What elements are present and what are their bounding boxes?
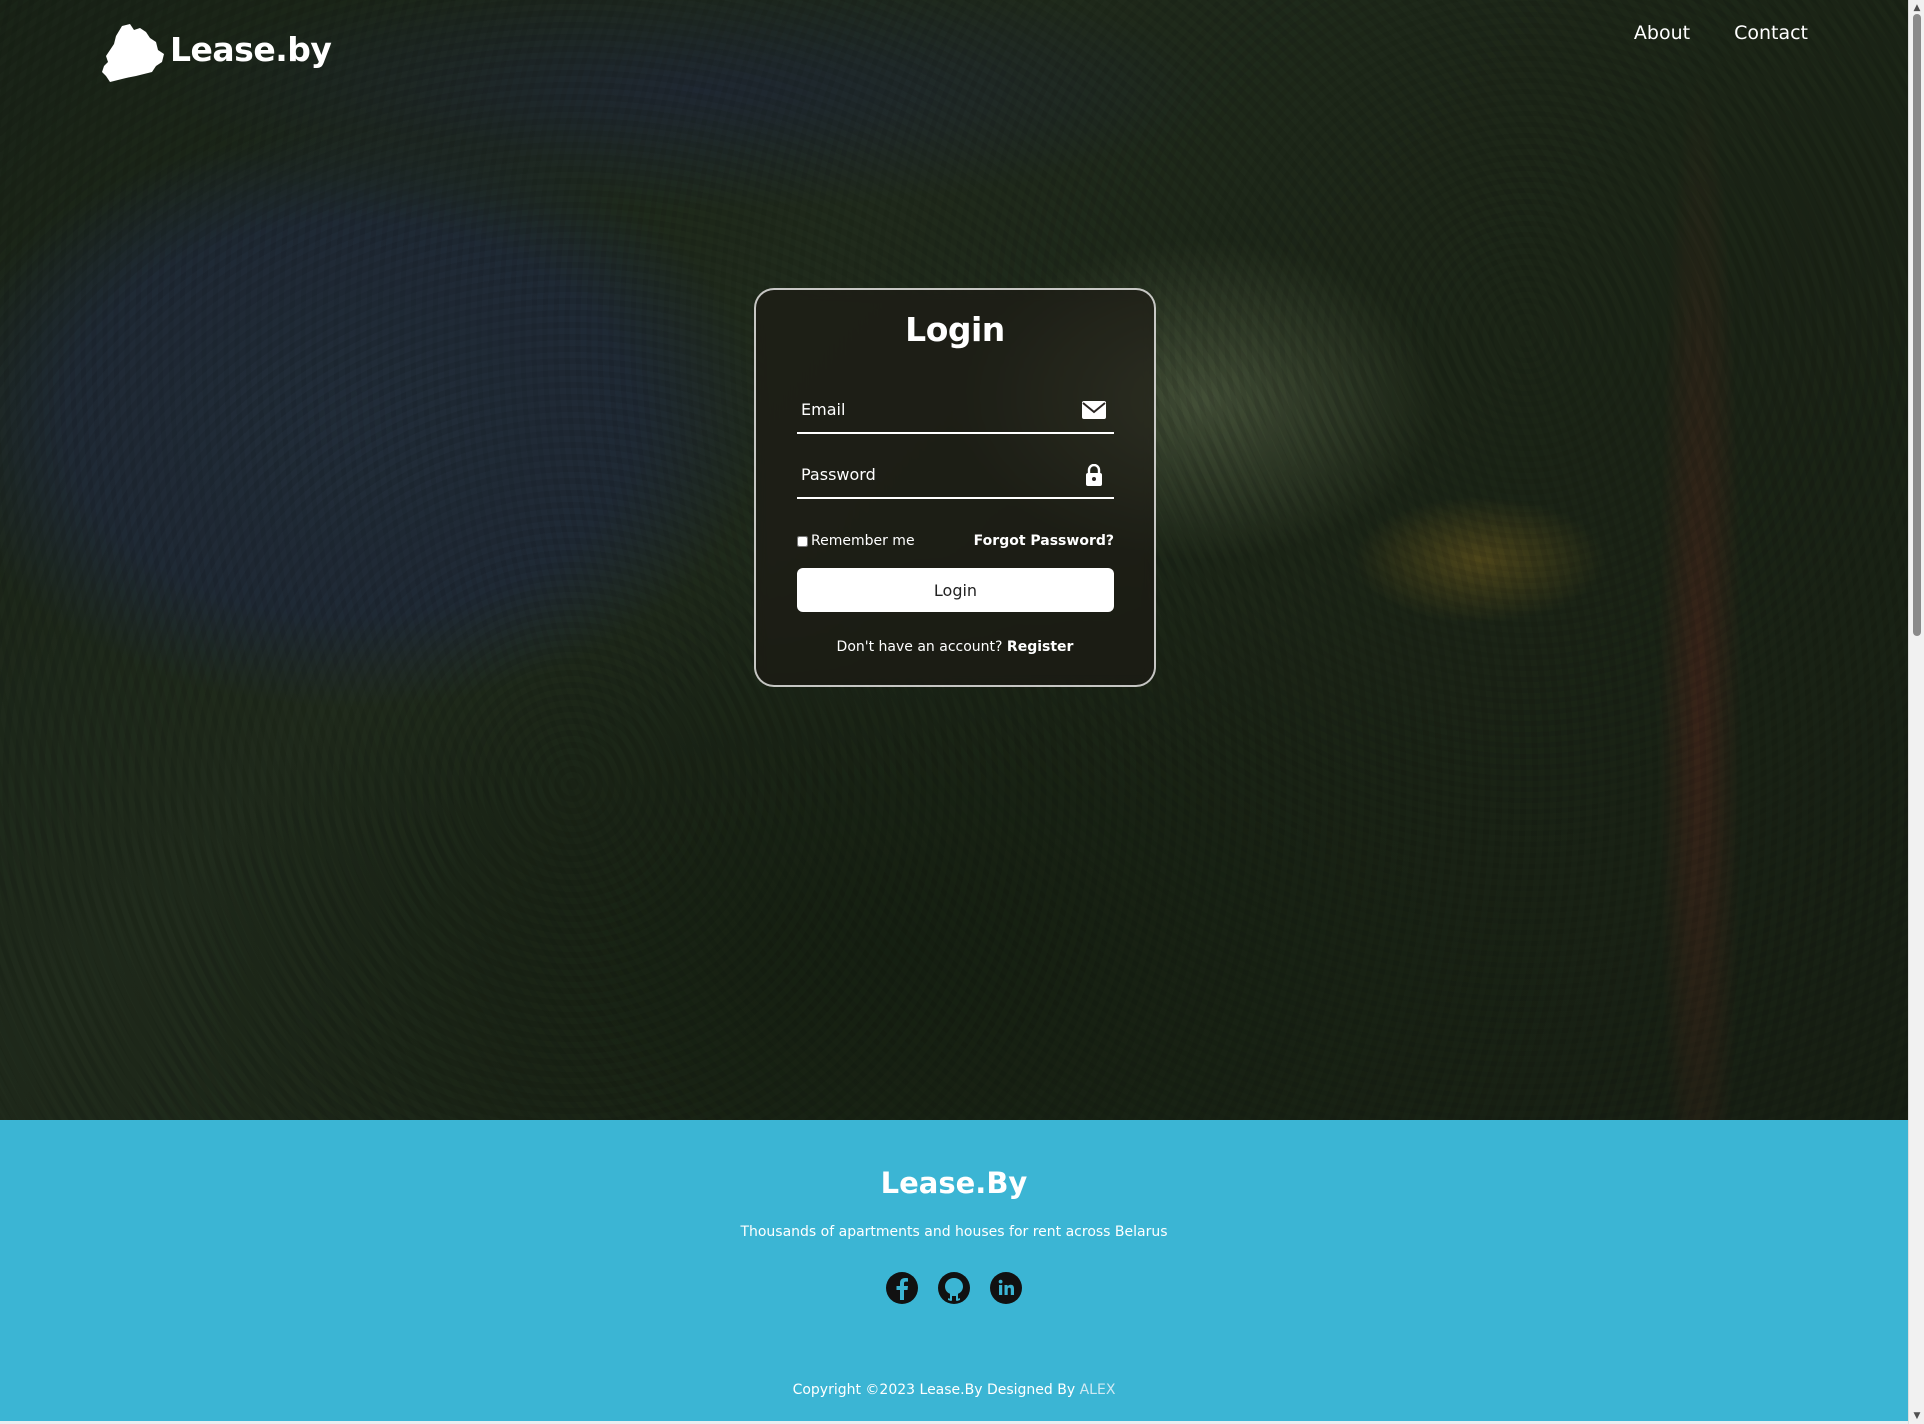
site-header: Lease.by About Contact [0,0,1908,100]
scrollbar-thumb[interactable] [1913,14,1921,636]
login-options: Remember me Forgot Password? [797,533,1114,549]
copyright: Copyright ©2023 Lease.By Designed By ALE… [0,1382,1908,1398]
register-line: Don't have an account? Register [756,639,1154,655]
login-card: Login Remember me Forgot Password? Login… [754,288,1156,687]
linkedin-icon[interactable] [989,1271,1023,1305]
github-icon[interactable] [937,1271,971,1305]
nav-about[interactable]: About [1634,22,1690,44]
remember-me[interactable]: Remember me [797,533,915,549]
site-footer: Lease.By Thousands of apartments and hou… [0,1120,1908,1424]
belarus-map-icon [102,24,164,82]
email-input[interactable] [797,386,1114,432]
logo[interactable]: Lease.by [100,22,332,84]
lock-icon [1086,464,1102,486]
forgot-password-link[interactable]: Forgot Password? [974,533,1114,549]
page-scrollbar[interactable]: ▲ ▼ [1908,0,1924,1424]
remember-label: Remember me [811,533,915,549]
scroll-up-arrow-icon[interactable]: ▲ [1912,3,1922,13]
login-title: Login [905,310,1005,349]
top-nav: About Contact [1634,22,1808,44]
social-links [0,1271,1908,1305]
nav-contact[interactable]: Contact [1734,22,1808,44]
author-name: ALEX [1079,1382,1116,1398]
logo-text: Lease.by [170,29,332,69]
email-field-wrapper [797,386,1114,434]
copyright-text: Copyright ©2023 Lease.By Designed By [792,1382,1076,1398]
facebook-icon[interactable] [885,1271,919,1305]
register-prompt: Don't have an account? [836,639,1003,655]
password-input[interactable] [797,451,1114,497]
remember-checkbox[interactable] [797,535,808,547]
footer-subtitle: Thousands of apartments and houses for r… [740,1224,1168,1240]
scroll-down-arrow-icon[interactable]: ▼ [1912,1411,1922,1421]
envelope-icon [1082,401,1106,419]
footer-title: Lease.By [880,1166,1028,1200]
login-button[interactable]: Login [797,568,1114,612]
password-field-wrapper [797,451,1114,499]
register-link[interactable]: Register [1007,639,1074,655]
